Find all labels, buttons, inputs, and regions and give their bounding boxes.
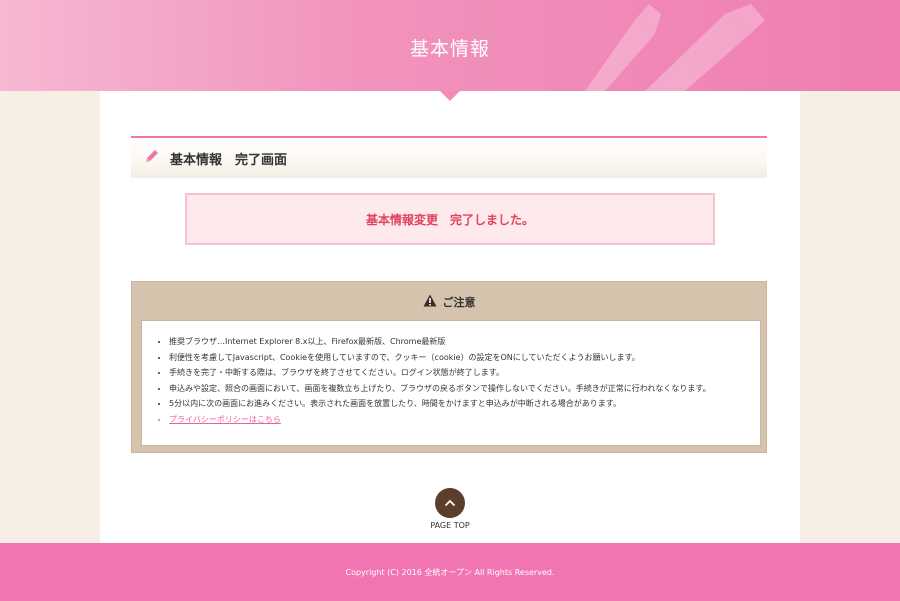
header-notch: [440, 91, 460, 101]
notice-item: 手続きを完了・中断する際は、ブラウザを終了させてください。ログイン状態が終了しま…: [169, 365, 760, 381]
warning-icon: [423, 294, 437, 310]
privacy-policy-link[interactable]: プライバシーポリシーはこちら: [169, 415, 281, 424]
header-band: 基本情報: [0, 0, 900, 91]
notice-item: 推奨ブラウザ…Internet Explorer 8.x以上、Firefox最新…: [169, 334, 760, 350]
notice-header: ご注意: [132, 291, 766, 313]
completion-message: 基本情報変更 完了しました。: [185, 193, 715, 245]
copyright-text: Copyright (C) 2016 全統オープン All Rights Res…: [345, 567, 555, 577]
notice-list: 推奨ブラウザ…Internet Explorer 8.x以上、Firefox最新…: [142, 321, 760, 428]
page-top-button[interactable]: PAGE TOP: [425, 488, 475, 533]
privacy-policy-item: プライバシーポリシーはこちら: [169, 412, 760, 428]
notice-item: 利便性を考慮してJavascript、Cookieを使用していますので、クッキー…: [169, 350, 760, 366]
notice-box: ご注意 推奨ブラウザ…Internet Explorer 8.x以上、Firef…: [131, 281, 767, 453]
notice-item: 申込みや設定、照合の画面において、画面を複数立ち上げたり、ブラウザの戻るボタンで…: [169, 381, 760, 397]
chevron-up-icon[interactable]: [435, 488, 465, 518]
main-content: 基本情報 完了画面 基本情報変更 完了しました。 ご注意 推奨ブラウザ…Inte…: [100, 91, 800, 543]
page-top-label[interactable]: PAGE TOP: [425, 521, 475, 530]
page-title: 基本情報: [409, 38, 490, 60]
section-title: 基本情報 完了画面: [170, 153, 288, 168]
notice-item: 5分以内に次の画面にお進みください。表示された画面を放置したり、時間をかけますと…: [169, 396, 760, 412]
footer: Copyright (C) 2016 全統オープン All Rights Res…: [0, 543, 900, 601]
notice-title: ご注意: [442, 296, 476, 309]
notice-body: 推奨ブラウザ…Internet Explorer 8.x以上、Firefox最新…: [141, 320, 761, 446]
pencil-icon: [144, 148, 160, 168]
section-header: 基本情報 完了画面: [131, 136, 767, 178]
